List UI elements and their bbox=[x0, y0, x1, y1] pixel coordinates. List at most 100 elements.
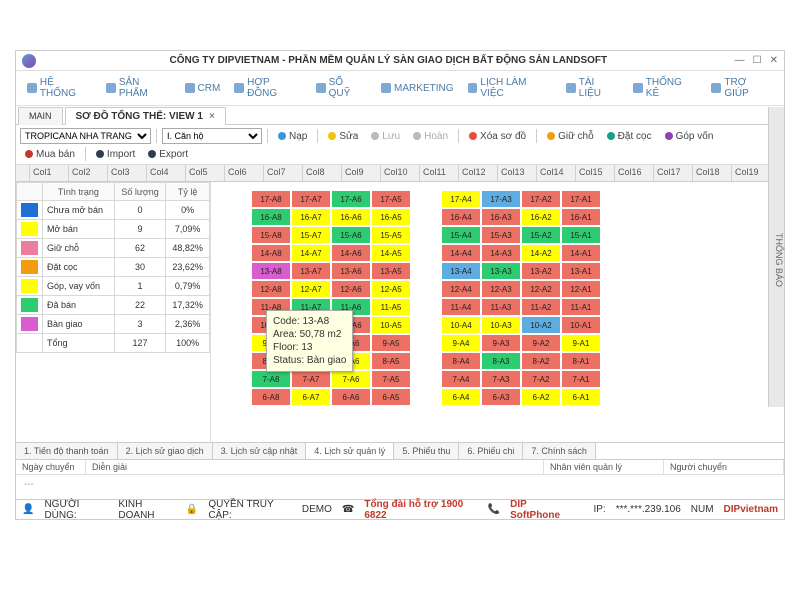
contribute-button[interactable]: Góp vốn bbox=[660, 130, 719, 143]
unit-cell[interactable]: 12-A7 bbox=[291, 280, 331, 298]
edit-button[interactable]: Sửa bbox=[323, 130, 363, 143]
unit-cell[interactable]: 6-A4 bbox=[441, 388, 481, 406]
menu-sản phẩm[interactable]: SẢN PHẨM bbox=[101, 75, 176, 101]
col-header[interactable]: Col14 bbox=[537, 165, 576, 181]
deposit-button[interactable]: Đặt cọc bbox=[602, 130, 657, 143]
unit-cell[interactable]: 17-A7 bbox=[291, 190, 331, 208]
unit-cell[interactable]: 9-A4 bbox=[441, 334, 481, 352]
unit-cell[interactable]: 11-A3 bbox=[481, 298, 521, 316]
unit-cell[interactable]: 12-A1 bbox=[561, 280, 601, 298]
unit-cell[interactable]: 15-A7 bbox=[291, 226, 331, 244]
unit-cell[interactable]: 13-A6 bbox=[331, 262, 371, 280]
menu-hệ thống[interactable]: HỆ THỐNG bbox=[22, 75, 97, 101]
project-combo[interactable]: TROPICANA NHA TRANG bbox=[20, 128, 151, 144]
unit-cell[interactable]: 6-A3 bbox=[481, 388, 521, 406]
unit-cell[interactable]: 17-A6 bbox=[331, 190, 371, 208]
detail-tab[interactable]: 5. Phiếu thu bbox=[394, 443, 459, 459]
unit-cell[interactable]: 7-A8 bbox=[251, 370, 291, 388]
unit-cell[interactable]: 13-A7 bbox=[291, 262, 331, 280]
unit-cell[interactable]: 17-A4 bbox=[441, 190, 481, 208]
unit-cell[interactable]: 16-A4 bbox=[441, 208, 481, 226]
col-header[interactable]: Col10 bbox=[381, 165, 420, 181]
unit-cell[interactable]: 13-A2 bbox=[521, 262, 561, 280]
save-button[interactable]: Lưu bbox=[366, 130, 405, 143]
unit-cell[interactable]: 15-A8 bbox=[251, 226, 291, 244]
col-header[interactable]: Col7 bbox=[264, 165, 303, 181]
col-header[interactable]: Col19 bbox=[732, 165, 771, 181]
detail-tab[interactable]: 6. Phiếu chi bbox=[459, 443, 523, 459]
unit-cell[interactable]: 6-A2 bbox=[521, 388, 561, 406]
unit-cell[interactable]: 12-A3 bbox=[481, 280, 521, 298]
unit-cell[interactable]: 16-A1 bbox=[561, 208, 601, 226]
col-header[interactable]: Col9 bbox=[342, 165, 381, 181]
unit-cell[interactable]: 11-A5 bbox=[371, 298, 411, 316]
unit-cell[interactable]: 12-A8 bbox=[251, 280, 291, 298]
undo-button[interactable]: Hoàn bbox=[408, 130, 453, 143]
unit-cell[interactable]: 17-A2 bbox=[521, 190, 561, 208]
import-button[interactable]: Import bbox=[91, 148, 140, 161]
unit-cell[interactable]: 8-A1 bbox=[561, 352, 601, 370]
unit-cell[interactable]: 9-A2 bbox=[521, 334, 561, 352]
maximize-button[interactable]: ☐ bbox=[753, 55, 762, 66]
unit-cell[interactable]: 15-A5 bbox=[371, 226, 411, 244]
unit-cell[interactable]: 14-A4 bbox=[441, 244, 481, 262]
unit-cell[interactable]: 6-A5 bbox=[371, 388, 411, 406]
col-header[interactable]: Col13 bbox=[498, 165, 537, 181]
export-button[interactable]: Export bbox=[143, 148, 193, 161]
unit-cell[interactable]: 7-A3 bbox=[481, 370, 521, 388]
menu-sổ quỹ[interactable]: SỔ QUỸ bbox=[311, 75, 372, 101]
col-header[interactable]: Col5 bbox=[186, 165, 225, 181]
unit-cell[interactable]: 14-A7 bbox=[291, 244, 331, 262]
unit-cell[interactable]: 7-A2 bbox=[521, 370, 561, 388]
col-header[interactable]: Col16 bbox=[615, 165, 654, 181]
unit-cell[interactable]: 15-A2 bbox=[521, 226, 561, 244]
col-header[interactable]: Col8 bbox=[303, 165, 342, 181]
unit-cell[interactable]: 6-A1 bbox=[561, 388, 601, 406]
detail-tab[interactable]: 2. Lịch sử giao dịch bbox=[118, 443, 213, 459]
unit-cell[interactable]: 10-A5 bbox=[371, 316, 411, 334]
unit-cell[interactable]: 17-A3 bbox=[481, 190, 521, 208]
detail-tab[interactable]: 1. Tiến độ thanh toán bbox=[16, 443, 118, 459]
unit-cell[interactable]: 8-A3 bbox=[481, 352, 521, 370]
unit-cell[interactable]: 12-A4 bbox=[441, 280, 481, 298]
unit-cell[interactable]: 7-A4 bbox=[441, 370, 481, 388]
trade-button[interactable]: Mua bán bbox=[20, 148, 80, 161]
unit-cell[interactable]: 14-A2 bbox=[521, 244, 561, 262]
menu-tài liệu[interactable]: TÀI LIỆU bbox=[561, 75, 624, 101]
col-header[interactable]: Col15 bbox=[576, 165, 615, 181]
unit-cell[interactable]: 13-A1 bbox=[561, 262, 601, 280]
unit-cell[interactable]: 16-A2 bbox=[521, 208, 561, 226]
col-header[interactable]: Col3 bbox=[108, 165, 147, 181]
unit-cell[interactable]: 8-A2 bbox=[521, 352, 561, 370]
unit-cell[interactable]: 16-A8 bbox=[251, 208, 291, 226]
unit-cell[interactable]: 13-A3 bbox=[481, 262, 521, 280]
menu-thống kê[interactable]: THỐNG KÊ bbox=[628, 75, 703, 101]
unit-cell[interactable]: 12-A5 bbox=[371, 280, 411, 298]
notification-sidebar[interactable]: THÔNG BÁO bbox=[768, 107, 784, 407]
unit-cell[interactable]: 17-A1 bbox=[561, 190, 601, 208]
col-header[interactable]: Col17 bbox=[654, 165, 693, 181]
col-header[interactable]: Col1 bbox=[30, 165, 69, 181]
unit-cell[interactable]: 10-A2 bbox=[521, 316, 561, 334]
unit-cell[interactable]: 11-A1 bbox=[561, 298, 601, 316]
menu-crm[interactable]: CRM bbox=[180, 81, 226, 96]
unit-cell[interactable]: 15-A1 bbox=[561, 226, 601, 244]
tab-overview[interactable]: SƠ ĐỒ TỔNG THỂ: VIEW 1× bbox=[65, 107, 226, 125]
unit-cell[interactable]: 11-A4 bbox=[441, 298, 481, 316]
unit-cell[interactable]: 14-A1 bbox=[561, 244, 601, 262]
unit-cell[interactable]: 14-A5 bbox=[371, 244, 411, 262]
tab-close-icon[interactable]: × bbox=[209, 111, 215, 122]
unit-cell[interactable]: 11-A2 bbox=[521, 298, 561, 316]
hold-button[interactable]: Giữ chỗ bbox=[542, 130, 599, 143]
unit-cell[interactable]: 7-A6 bbox=[331, 370, 371, 388]
unit-cell[interactable]: 13-A5 bbox=[371, 262, 411, 280]
detail-tab[interactable]: 7. Chính sách bbox=[523, 443, 596, 459]
unit-cell[interactable]: 8-A5 bbox=[371, 352, 411, 370]
detail-tab[interactable]: 3. Lịch sử cập nhật bbox=[213, 443, 307, 459]
col-header[interactable]: Col18 bbox=[693, 165, 732, 181]
tab-main[interactable]: MAIN bbox=[18, 107, 63, 125]
menu-hợp đồng[interactable]: HỢP ĐỒNG bbox=[229, 75, 306, 101]
unit-cell[interactable]: 17-A5 bbox=[371, 190, 411, 208]
menu-marketing[interactable]: MARKETING bbox=[376, 81, 458, 96]
unit-cell[interactable]: 16-A7 bbox=[291, 208, 331, 226]
